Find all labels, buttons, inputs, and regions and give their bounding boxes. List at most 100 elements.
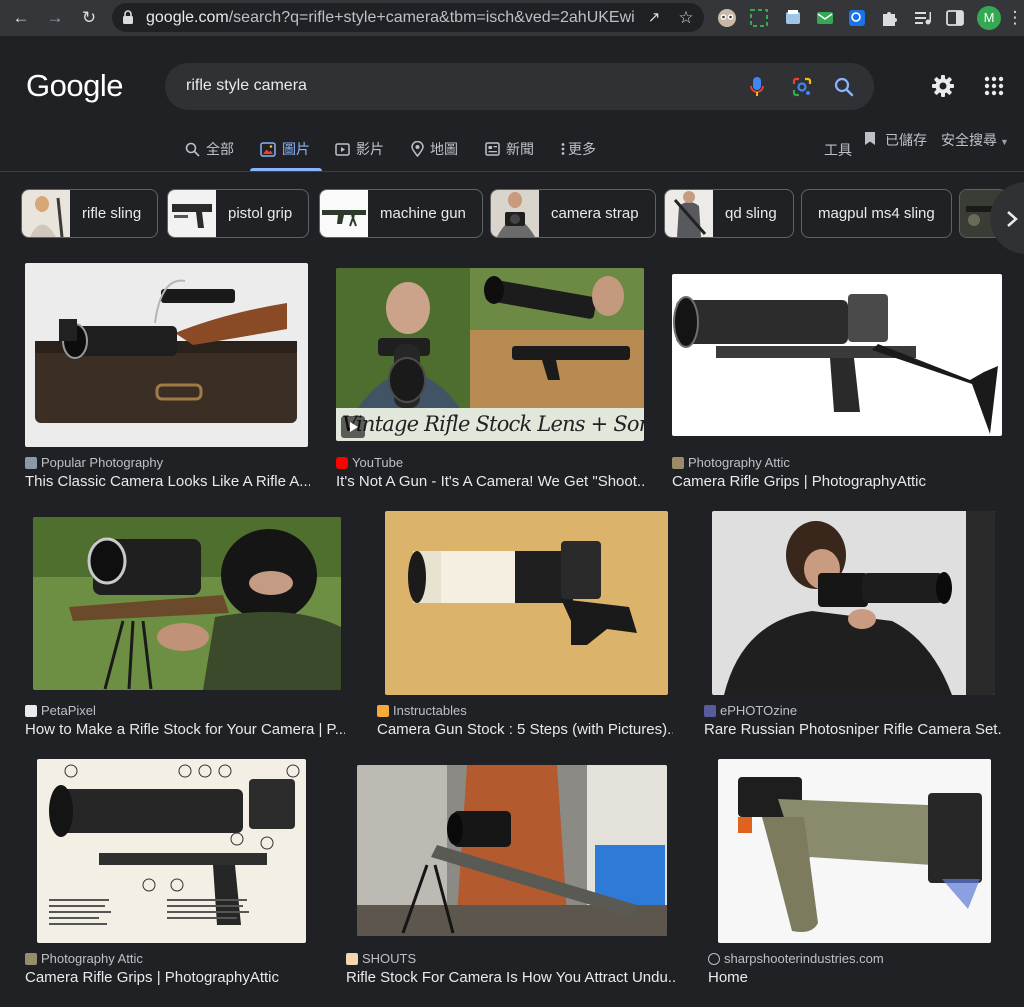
source-name: Photography Attic	[41, 951, 143, 966]
tab-videos[interactable]: 影片	[335, 139, 384, 159]
result-image[interactable]	[33, 517, 341, 690]
source-name: YouTube	[352, 455, 404, 470]
site-favicon-icon	[25, 704, 37, 717]
kebab-menu-icon[interactable]: ⋮	[1006, 5, 1024, 31]
bookmark-star-icon[interactable]: ☆	[676, 8, 696, 28]
result-image[interactable]: Vintage Rifle Stock Lens + Sony Camera	[336, 268, 644, 441]
tab-label: 圖片	[282, 141, 310, 157]
extension-search-icon[interactable]	[846, 7, 868, 29]
tab-more[interactable]: 更多	[560, 139, 596, 159]
result-source[interactable]: sharpshooterindustries.com	[708, 951, 884, 966]
extension-mail-icon[interactable]	[814, 7, 836, 29]
chip-thumbnail	[22, 190, 70, 237]
more-dots-icon	[561, 143, 565, 155]
google-lens-icon[interactable]	[791, 76, 813, 98]
tab-news[interactable]: 新聞	[485, 139, 534, 159]
back-arrow-icon[interactable]: ←	[8, 5, 34, 31]
extension-notes-icon[interactable]	[782, 7, 804, 29]
chip-thumbnail	[491, 190, 539, 237]
chip-thumbnail	[168, 190, 216, 237]
tab-label: 影片	[356, 141, 384, 157]
chip-rifle-sling[interactable]: rifle sling	[21, 189, 159, 238]
play-button-icon[interactable]	[341, 416, 365, 438]
result-image[interactable]	[712, 511, 995, 695]
source-name: ePHOTOzine	[720, 703, 798, 718]
extension-screenshot-icon[interactable]	[748, 7, 770, 29]
result-source[interactable]: Popular Photography	[25, 455, 163, 470]
settings-gear-icon[interactable]	[930, 73, 956, 99]
tab-all[interactable]: 全部	[185, 139, 234, 159]
result-image[interactable]	[672, 274, 1002, 436]
extension-owl-icon[interactable]	[716, 7, 738, 29]
browser-toolbar: ← → ↻ google.com/search?q=rifle+style+ca…	[0, 0, 1024, 36]
chip-pistol-grip[interactable]: pistol grip	[167, 189, 310, 238]
tab-label: 新聞	[506, 141, 534, 157]
reload-icon[interactable]: ↻	[76, 5, 102, 31]
result-title[interactable]: It's Not A Gun - It's A Camera! We Get "…	[336, 473, 646, 490]
source-name: PetaPixel	[41, 703, 96, 718]
result-source[interactable]: PetaPixel	[25, 703, 96, 718]
chevron-down-icon: ▼	[1000, 137, 1009, 147]
map-pin-icon	[411, 141, 424, 157]
chip-magpul-ms4-sling[interactable]: magpul ms4 sling	[801, 189, 952, 238]
url-text: google.com/search?q=rifle+style+camera&t…	[146, 9, 636, 26]
address-bar[interactable]: google.com/search?q=rifle+style+camera&t…	[112, 3, 704, 32]
site-favicon-icon	[346, 952, 358, 965]
chip-label: pistol grip	[228, 205, 293, 222]
search-icon	[185, 142, 200, 157]
video-overlay-text: Vintage Rifle Stock Lens + Sony Camera	[342, 412, 644, 436]
globe-icon	[708, 952, 720, 965]
result-title[interactable]: Rare Russian Photosniper Rifle Camera Se…	[704, 721, 1002, 738]
result-title[interactable]: Home	[708, 969, 1004, 986]
result-title[interactable]: How to Make a Rifle Stock for Your Camer…	[25, 721, 345, 738]
google-logo[interactable]: Google	[26, 68, 123, 104]
puzzle-icon[interactable]	[878, 7, 900, 29]
search-input[interactable]: rifle style camera	[186, 77, 307, 95]
search-box[interactable]: rifle style camera	[165, 63, 874, 110]
source-name: Photography Attic	[688, 455, 790, 470]
share-icon[interactable]: ↗	[644, 8, 664, 28]
chip-camera-strap[interactable]: camera strap	[490, 189, 656, 238]
news-icon	[485, 142, 500, 156]
result-source[interactable]: Instructables	[377, 703, 467, 718]
tab-maps[interactable]: 地圖	[411, 139, 458, 159]
result-image[interactable]	[718, 759, 991, 943]
result-source[interactable]: Photography Attic	[672, 455, 790, 470]
result-image[interactable]	[385, 511, 668, 695]
saved-bookmark-icon[interactable]	[864, 131, 876, 146]
result-source[interactable]: SHOUTS	[346, 951, 416, 966]
saved-button[interactable]: 已儲存	[885, 130, 927, 150]
tab-images[interactable]: 圖片	[260, 139, 310, 159]
microphone-icon[interactable]	[749, 76, 765, 98]
safesearch-button[interactable]: 安全搜尋 ▼	[941, 130, 1009, 150]
tools-button[interactable]: 工具	[824, 140, 852, 160]
media-queue-icon[interactable]	[912, 7, 934, 29]
source-name: Instructables	[393, 703, 467, 718]
result-title[interactable]: This Classic Camera Looks Like A Rifle A…	[25, 473, 310, 490]
tab-label: 全部	[206, 141, 234, 157]
chip-thumbnail	[320, 190, 368, 237]
search-icon[interactable]	[833, 76, 855, 98]
source-name: Popular Photography	[41, 455, 164, 470]
result-title[interactable]: Camera Rifle Grips | PhotographyAttic	[25, 969, 310, 986]
result-title[interactable]: Camera Gun Stock : 5 Steps (with Picture…	[377, 721, 673, 738]
result-image[interactable]	[357, 765, 667, 936]
result-image[interactable]	[37, 759, 306, 943]
site-favicon-icon	[704, 704, 716, 717]
side-panel-icon[interactable]	[944, 7, 966, 29]
result-title[interactable]: Rifle Stock For Camera Is How You Attrac…	[346, 969, 676, 986]
google-apps-icon[interactable]	[984, 76, 1004, 96]
forward-arrow-icon[interactable]: →	[42, 5, 68, 31]
result-title[interactable]: Camera Rifle Grips | PhotographyAttic	[672, 473, 1004, 490]
chevron-right-icon	[1007, 211, 1018, 227]
chip-machine-gun[interactable]: machine gun	[319, 189, 483, 238]
result-source[interactable]: ePHOTOzine	[704, 703, 797, 718]
result-image[interactable]	[25, 263, 308, 447]
profile-avatar[interactable]: M	[977, 6, 1001, 30]
result-source[interactable]: Photography Attic	[25, 951, 143, 966]
result-source[interactable]: YouTube	[336, 455, 403, 470]
header-divider	[0, 171, 1024, 172]
image-icon	[260, 141, 276, 157]
chip-qd-sling[interactable]: qd sling	[664, 189, 794, 238]
chip-label: rifle sling	[82, 205, 142, 222]
